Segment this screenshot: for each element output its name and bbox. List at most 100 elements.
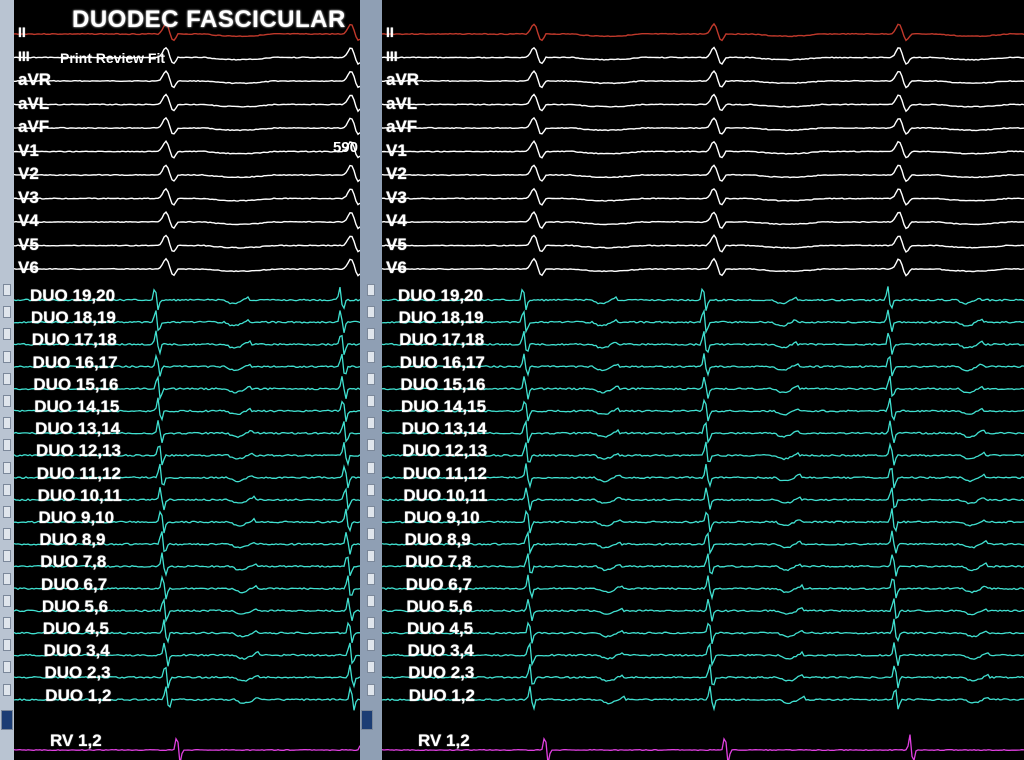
channel-label-surface: V3 [18, 187, 39, 207]
channel-label-duo: DUO 12,13 [35, 441, 121, 461]
channel-label-duo: DUO 7,8 [40, 552, 107, 572]
signal-trace [382, 574, 1024, 601]
channel-scroll-button[interactable] [3, 350, 11, 363]
signal-trace [14, 93, 360, 113]
channel-scroll-button[interactable] [367, 306, 375, 319]
channel-label-duo: DUO 18,19 [398, 308, 484, 328]
channel-scroll-button[interactable] [3, 661, 11, 674]
channel-scroll-button[interactable] [367, 528, 375, 541]
channel-scroll-button[interactable] [3, 372, 11, 385]
signal-trace [382, 93, 1024, 113]
channel-scroll-button[interactable] [367, 594, 375, 607]
signal-trace [382, 598, 1024, 622]
channel-label-duo: DUO 15,16 [33, 374, 119, 394]
channel-label-surface: V1 [18, 140, 39, 160]
channel-label-duo: DUO 6,7 [405, 574, 472, 594]
channel-scroll-button[interactable] [3, 395, 11, 407]
channel-label-surface: aVR [386, 70, 420, 89]
channel-label-surface: V4 [386, 211, 407, 230]
channel-scroll-button[interactable] [367, 328, 375, 341]
signal-trace [382, 553, 1024, 577]
channel-scroll-button[interactable] [367, 417, 375, 430]
channel-scroll-button[interactable] [3, 284, 11, 296]
channel-scroll-button[interactable] [3, 528, 11, 541]
channel-label-duo: DUO 3,4 [43, 641, 110, 661]
channel-scroll-button[interactable] [367, 550, 375, 563]
channel-scroll-button[interactable] [3, 594, 11, 607]
channel-scroll-button[interactable] [367, 395, 375, 407]
scroll-thumb[interactable] [361, 710, 373, 730]
channel-scroll-button[interactable] [3, 506, 11, 518]
channel-label-duo: DUO 1,2 [408, 685, 475, 705]
menu-bar[interactable]: Print Review Fit [60, 50, 165, 66]
channel-label-duo: DUO 14,15 [34, 397, 120, 416]
channel-scroll-button[interactable] [367, 372, 375, 385]
signal-trace [14, 116, 360, 136]
channel-label-duo: DUO 10,11 [37, 485, 122, 505]
channel-scroll-button[interactable] [367, 683, 375, 696]
signal-trace [14, 69, 360, 89]
channel-label-duo: DUO 12,13 [402, 441, 488, 461]
left-tracing-panel: DUODEC FASCICULAR Print Review Fit 590 I… [14, 0, 360, 760]
channel-label-surface: V4 [18, 211, 39, 230]
channel-label-duo: DUO 8,9 [39, 530, 106, 550]
signal-trace [382, 164, 1024, 183]
channel-label-surface: V5 [386, 234, 407, 254]
channel-label-surface: aVR [18, 70, 52, 89]
channel-label-surface: aVL [18, 93, 50, 113]
channel-scroll-button[interactable] [367, 661, 375, 674]
channel-scroll-button[interactable] [367, 439, 375, 452]
channel-scroll-button[interactable] [367, 506, 375, 518]
channel-scroll-button[interactable] [3, 328, 11, 341]
channel-label-rv: RV 1,2 [418, 731, 470, 750]
channel-scroll-button[interactable] [3, 639, 11, 652]
channel-scroll-button[interactable] [3, 572, 11, 585]
channel-scroll-button[interactable] [3, 483, 11, 496]
signal-trace [14, 187, 360, 206]
channel-label-surface: V6 [386, 258, 407, 277]
channel-scroll-button[interactable] [367, 350, 375, 363]
channel-label-duo: DUO 11,12 [402, 463, 487, 483]
channel-scroll-button[interactable] [367, 572, 375, 585]
channel-label-duo: DUO 11,12 [36, 463, 121, 483]
channel-label-duo: DUO 9,10 [404, 508, 480, 527]
signal-trace [382, 618, 1024, 644]
right-tracing-panel: II III aVR aVL aVF V1 V2 V3 V4 V5 V6 DUO 19,20 DUO 1… [382, 0, 1024, 760]
signal-trace [14, 211, 360, 230]
channel-scroll-button[interactable] [3, 417, 11, 430]
channel-scroll-button[interactable] [367, 639, 375, 652]
scroll-thumb[interactable] [1, 710, 13, 730]
channel-scroll-button[interactable] [3, 683, 11, 696]
signal-trace [382, 734, 1024, 760]
channel-label-duo: DUO 19,20 [30, 286, 116, 305]
channel-label-duo: DUO 8,9 [404, 530, 471, 550]
channel-label-surface: V1 [386, 140, 407, 160]
channel-scroll-button[interactable] [367, 461, 375, 474]
channel-scroll-button[interactable] [367, 617, 375, 629]
channel-scroll-button[interactable] [3, 617, 11, 629]
channel-label-surface: aVL [386, 93, 418, 113]
channel-scroll-button[interactable] [3, 461, 11, 474]
channel-scroll-button[interactable] [367, 284, 375, 296]
signal-trace [14, 164, 360, 183]
signal-trace [382, 257, 1024, 277]
signal-trace [14, 139, 360, 159]
channel-label-duo: DUO 16,17 [32, 352, 118, 372]
channel-label-surface: V2 [386, 164, 407, 183]
signal-trace [382, 233, 1024, 254]
left-scroll-strip[interactable] [0, 0, 15, 760]
channel-label-duo: DUO 18,19 [30, 308, 116, 328]
channel-label-duo: DUO 5,6 [406, 596, 473, 616]
middle-divider-strip[interactable] [360, 0, 383, 760]
channel-label-duo: DUO 17,18 [399, 330, 485, 350]
channel-scroll-button[interactable] [367, 483, 375, 496]
channel-label-surface: II [18, 24, 26, 40]
channel-scroll-button[interactable] [3, 439, 11, 452]
channel-label-surface: V6 [18, 258, 39, 277]
channel-label-surface: aVF [386, 117, 418, 136]
channel-label-surface: II [386, 24, 394, 40]
channel-label-duo: DUO 1,2 [45, 685, 112, 705]
channel-scroll-button[interactable] [3, 550, 11, 563]
channel-label-surface: aVF [18, 117, 50, 136]
channel-scroll-button[interactable] [3, 306, 11, 319]
